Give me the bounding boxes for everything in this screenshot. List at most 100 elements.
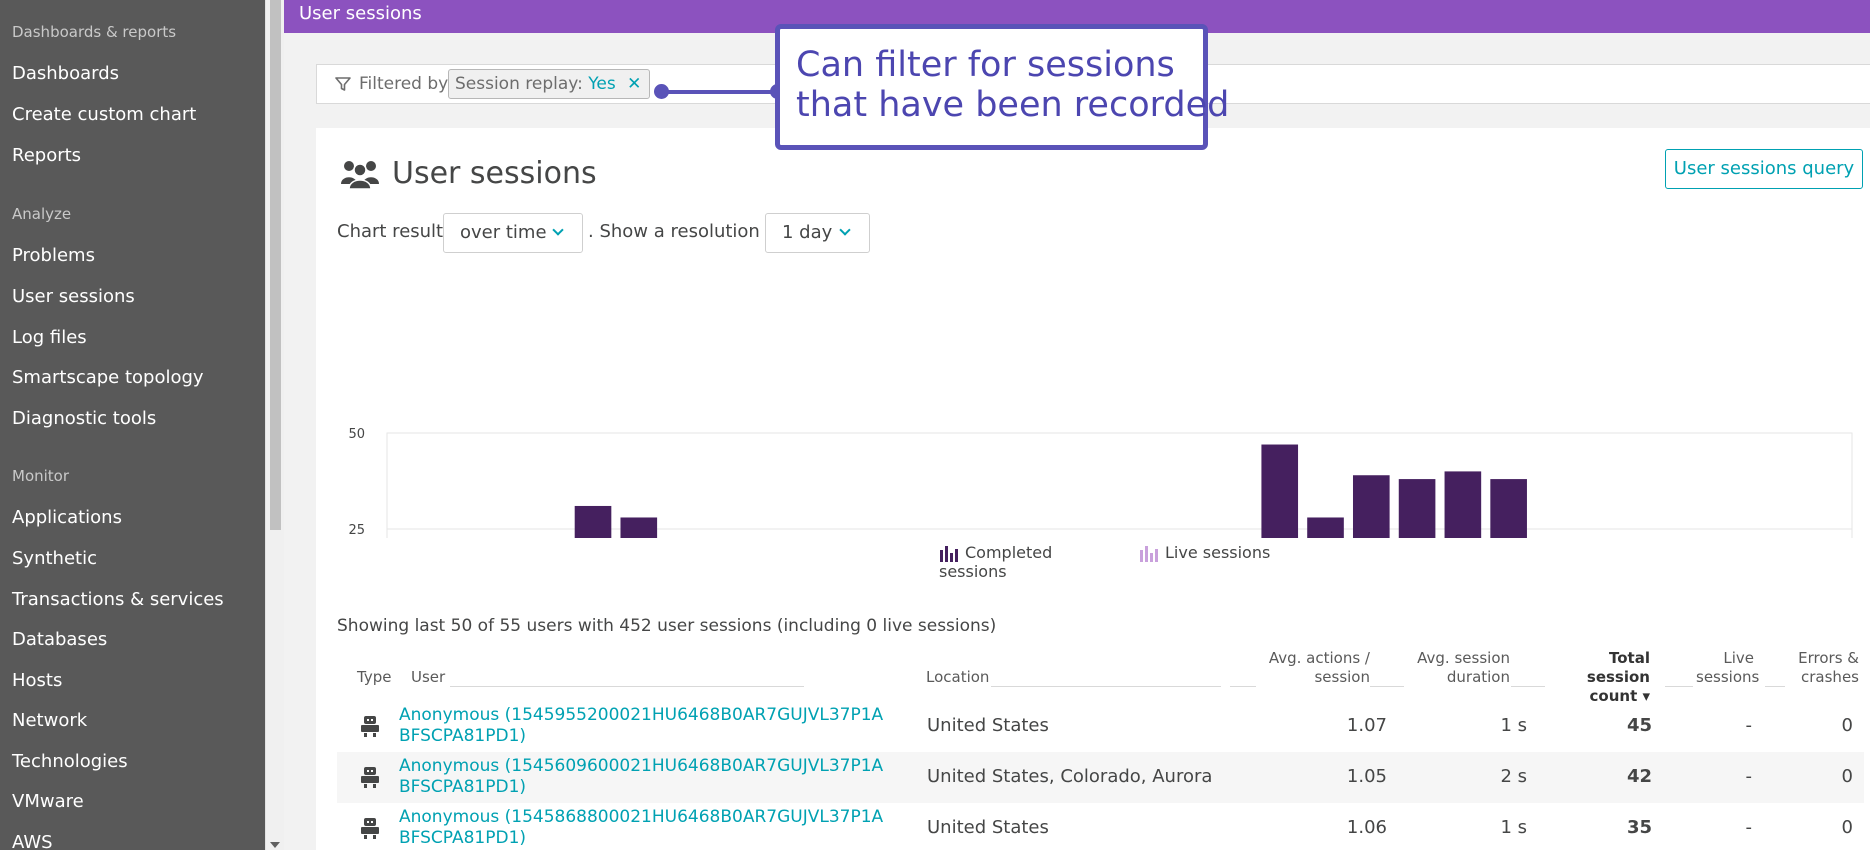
- nav-item-vmware[interactable]: VMware: [12, 791, 84, 812]
- callout-box: Can filter for sessions that have been r…: [775, 24, 1229, 150]
- errors-cell: 0: [1841, 766, 1853, 787]
- scrollbar-thumb[interactable]: [270, 0, 281, 530]
- col-header-live-line2: sessions: [1696, 668, 1760, 686]
- y-tick-label: 50: [348, 427, 365, 442]
- chart-results-label: Chart results: [337, 221, 453, 242]
- nav-item-problems[interactable]: Problems: [12, 245, 95, 266]
- location-cell: United States: [927, 817, 1049, 838]
- nav-item-smartscape-topology[interactable]: Smartscape topology: [12, 367, 204, 388]
- col-header-errors-line2: crashes: [1801, 668, 1859, 686]
- nav-item-applications[interactable]: Applications: [12, 507, 122, 528]
- header-divider: [1765, 686, 1785, 687]
- nav-section-analyze: Analyze: [12, 205, 72, 223]
- nav-item-technologies[interactable]: Technologies: [12, 751, 128, 772]
- nav-item-log-files[interactable]: Log files: [12, 327, 87, 348]
- nav-item-user-sessions[interactable]: User sessions: [12, 286, 135, 307]
- header-divider: [1665, 686, 1693, 687]
- legend-live-sessions[interactable]: Live sessions: [1139, 543, 1279, 562]
- avg-duration-cell: 2 s: [1500, 766, 1527, 787]
- live-sessions-cell: -: [1745, 766, 1753, 787]
- col-header-errors-line1: Errors &: [1798, 649, 1859, 667]
- user-link[interactable]: Anonymous (1545955200021HU6468B0AR7GUJVL…: [399, 705, 889, 747]
- robot-icon: [361, 767, 379, 788]
- header-divider: [1511, 686, 1545, 687]
- total-count-cell: 35: [1626, 817, 1652, 838]
- filter-chip-session-replay[interactable]: Session replay: Yes ✕: [448, 69, 651, 99]
- filter-chip-key: Session replay:: [455, 74, 583, 94]
- user-link[interactable]: Anonymous (1545868800021HU6468B0AR7GUJVL…: [399, 807, 889, 849]
- col-header-location[interactable]: Location: [926, 668, 989, 687]
- nav-item-synthetic[interactable]: Synthetic: [12, 548, 97, 569]
- nav-item-databases[interactable]: Databases: [12, 629, 107, 650]
- col-header-type: Type: [357, 668, 392, 686]
- legend-completed-sessions[interactable]: Completed sessions: [939, 543, 1119, 581]
- filtered-by-label: Filtered by: [359, 74, 449, 94]
- total-count-cell: 45: [1626, 715, 1652, 736]
- bar-completed: [1398, 479, 1436, 538]
- col-header-avg-duration[interactable]: Avg. session duration: [1410, 649, 1510, 687]
- errors-cell: 0: [1841, 715, 1853, 736]
- header-divider: [1370, 686, 1404, 687]
- y-tick-label: 25: [348, 523, 365, 538]
- col-header-user[interactable]: User: [411, 668, 445, 687]
- avg-actions-cell: 1.05: [1346, 766, 1387, 787]
- location-cell: United States, Colorado, Aurora: [927, 766, 1213, 787]
- nav-item-aws[interactable]: AWS: [12, 832, 53, 850]
- header-divider: [1230, 686, 1256, 687]
- nav-section-dashboards: Dashboards & reports: [12, 23, 177, 41]
- nav-item-hosts[interactable]: Hosts: [12, 670, 62, 691]
- scroll-down-arrow-icon[interactable]: [270, 842, 280, 848]
- sidebar: Dashboards & reports Dashboards Create c…: [0, 0, 265, 850]
- bar-completed: [1307, 517, 1344, 538]
- bar-completed: [1444, 471, 1482, 538]
- filter-chip-value: Yes: [588, 74, 616, 94]
- chart-mode-dropdown[interactable]: over time: [443, 213, 583, 253]
- sessions-summary: Showing last 50 of 55 users with 452 use…: [337, 616, 997, 636]
- table-row[interactable]: Anonymous (1545868800021HU6468B0AR7GUJVL…: [337, 803, 1864, 850]
- user-sessions-query-button[interactable]: User sessions query: [1665, 149, 1863, 189]
- avg-actions-cell: 1.06: [1346, 817, 1387, 838]
- remove-filter-icon[interactable]: ✕: [627, 74, 641, 94]
- col-header-avg-actions-line1: Avg. actions /: [1268, 649, 1370, 667]
- col-header-total-count[interactable]: Total session count ▾: [1541, 649, 1650, 706]
- nav-item-transactions-services[interactable]: Transactions & services: [12, 589, 224, 610]
- bar-completed: [620, 517, 658, 538]
- nav-item-dashboards[interactable]: Dashboards: [12, 63, 119, 84]
- chevron-down-icon: [552, 224, 564, 236]
- bar-chart-icon: [1140, 546, 1158, 562]
- nav-item-reports[interactable]: Reports: [12, 145, 81, 166]
- avg-duration-cell: 1 s: [1500, 715, 1527, 736]
- callout-dot-start: [654, 84, 669, 99]
- col-header-errors[interactable]: Errors & crashes: [1786, 649, 1859, 687]
- table-row[interactable]: Anonymous (1545955200021HU6468B0AR7GUJVL…: [337, 701, 1864, 752]
- callout-line-1: Can filter for sessions: [796, 45, 1175, 85]
- errors-cell: 0: [1841, 817, 1853, 838]
- live-sessions-cell: -: [1745, 817, 1753, 838]
- col-header-avg-duration-line2: duration: [1446, 668, 1510, 686]
- avg-actions-cell: 1.07: [1346, 715, 1387, 736]
- table-row[interactable]: Anonymous (1545609600021HU6468B0AR7GUJVL…: [337, 752, 1864, 803]
- nav-section-monitor: Monitor: [12, 467, 70, 485]
- location-cell: United States: [927, 715, 1049, 736]
- legend-live-label: Live sessions: [1165, 543, 1271, 562]
- callout-connector: [661, 90, 777, 94]
- col-header-avg-duration-line1: Avg. session: [1417, 649, 1510, 667]
- nav-item-network[interactable]: Network: [12, 710, 87, 731]
- col-header-avg-actions-line2: session: [1314, 668, 1370, 686]
- bar-chart-icon: [940, 546, 958, 562]
- col-header-total-line1: Total session: [1586, 649, 1650, 686]
- col-header-avg-actions[interactable]: Avg. actions / session: [1260, 649, 1370, 687]
- bar-completed: [574, 505, 612, 538]
- bar-completed: [1490, 479, 1527, 538]
- user-sessions-panel: User sessions User sessions query Chart …: [316, 128, 1870, 850]
- nav-item-create-custom-chart[interactable]: Create custom chart: [12, 104, 196, 125]
- nav-item-diagnostic-tools[interactable]: Diagnostic tools: [12, 408, 156, 429]
- col-header-live-sessions[interactable]: Live sessions: [1696, 649, 1760, 687]
- resolution-value: 1 day: [782, 222, 833, 243]
- col-header-live-line1: Live: [1723, 649, 1754, 667]
- sidebar-scrollbar[interactable]: [265, 0, 284, 850]
- resolution-dropdown[interactable]: 1 day: [765, 213, 870, 253]
- header-divider: [991, 686, 1221, 687]
- user-link[interactable]: Anonymous (1545609600021HU6468B0AR7GUJVL…: [399, 756, 889, 798]
- live-sessions-cell: -: [1745, 715, 1753, 736]
